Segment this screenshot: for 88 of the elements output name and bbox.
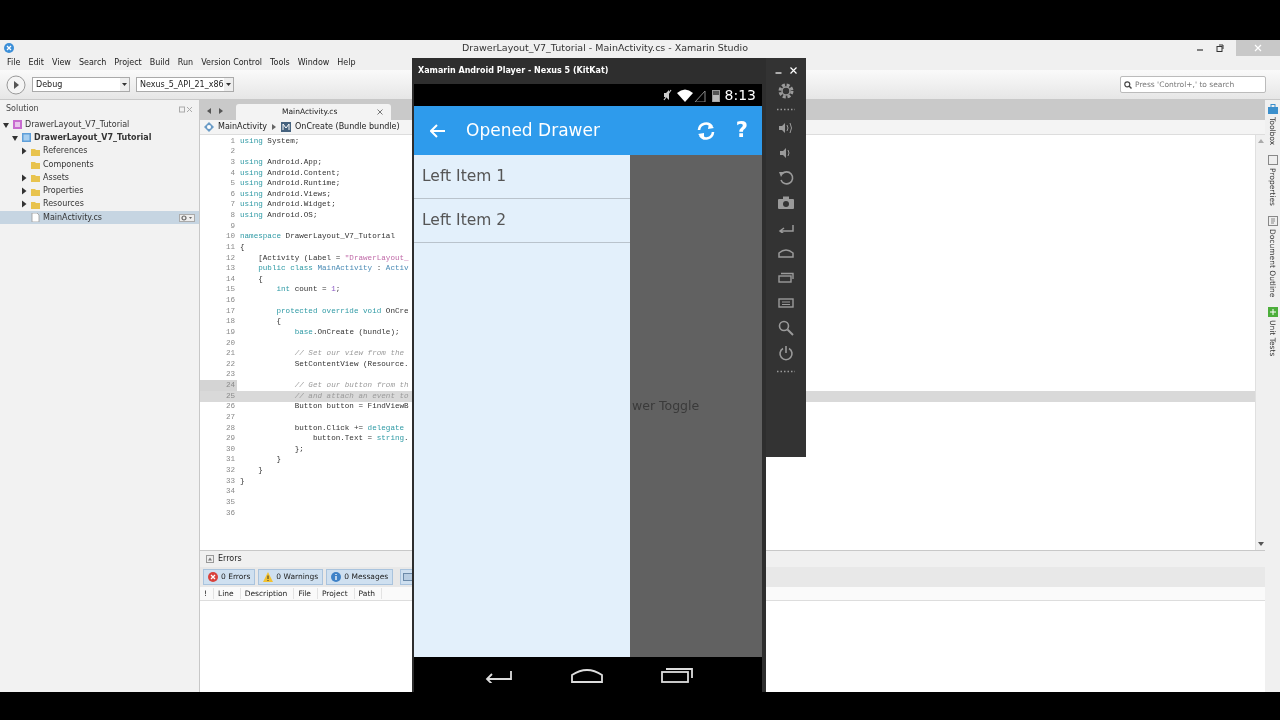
tree-label: Properties xyxy=(43,185,84,198)
menu-item[interactable]: File xyxy=(3,57,25,69)
menu-item[interactable]: Project xyxy=(110,57,146,69)
tree-item[interactable]: Resources xyxy=(0,197,199,212)
tree-label: Assets xyxy=(43,171,70,184)
nav-home-icon[interactable] xyxy=(570,666,604,683)
tree-item[interactable]: References xyxy=(0,144,199,158)
panel-icon xyxy=(403,573,414,581)
tree-item[interactable]: Properties xyxy=(0,184,199,198)
mute-icon xyxy=(661,89,672,101)
combo-value: Debug xyxy=(36,78,63,91)
run-button-icon[interactable] xyxy=(6,74,26,95)
rotate-icon[interactable] xyxy=(778,169,794,186)
file-icon xyxy=(31,213,40,223)
nav-recents-icon[interactable] xyxy=(661,666,694,683)
menu-item[interactable]: Run xyxy=(173,57,198,69)
forward-arrow-icon[interactable] xyxy=(218,107,224,115)
tree-label: DrawerLayout_V7_Tutorial xyxy=(25,118,130,131)
window-title: DrawerLayout_V7_Tutorial - MainActivity.cs - Xamarin Studio xyxy=(460,40,750,55)
breadcrumb-item[interactable]: OnCreate (Bundle bundle) xyxy=(295,121,400,133)
close-icon xyxy=(1254,44,1262,52)
expand-arrow-icon[interactable] xyxy=(20,173,28,182)
battery-icon xyxy=(711,88,720,102)
warning-icon xyxy=(263,572,274,582)
back-icon[interactable] xyxy=(778,222,794,233)
drawer-item[interactable]: Left Item 1 xyxy=(414,155,630,199)
tree-label: DrawerLayout_V7_Tutorial xyxy=(34,131,152,144)
menu-item[interactable]: Edit xyxy=(24,57,48,69)
dots-icon xyxy=(776,369,796,373)
pane-title: Solution xyxy=(6,103,39,115)
row-options-button[interactable] xyxy=(179,213,195,222)
recents-icon[interactable] xyxy=(778,272,794,283)
tree-item[interactable]: Assets xyxy=(0,171,199,185)
tree-item[interactable]: DrawerLayout_V7_Tutorial xyxy=(0,118,199,132)
gear-icon xyxy=(181,214,193,221)
collapse-pane-icon[interactable] xyxy=(206,555,214,563)
tree-label: MainActivity.cs xyxy=(43,211,102,224)
menu-item[interactable]: View xyxy=(47,57,75,69)
volume-down-icon[interactable] xyxy=(779,146,793,159)
restore-icon[interactable] xyxy=(1216,44,1224,52)
drawer-item[interactable]: Left Item 2 xyxy=(414,199,630,243)
app-logo-icon xyxy=(4,43,14,53)
search-icon[interactable] xyxy=(778,319,794,336)
info-icon xyxy=(331,572,342,582)
error-icon xyxy=(208,572,218,582)
menu-item[interactable]: Search xyxy=(74,57,111,69)
back-arrow-icon[interactable] xyxy=(430,123,446,138)
separator-arrow-icon xyxy=(271,123,277,131)
search-icon xyxy=(1124,80,1132,89)
menu-item[interactable]: Tools xyxy=(266,57,294,69)
expand-arrow-icon[interactable] xyxy=(20,200,28,209)
tree-item[interactable]: Components xyxy=(0,157,199,172)
power-icon[interactable] xyxy=(778,344,794,361)
breadcrumb-item[interactable]: MainActivity xyxy=(218,121,267,133)
menu-item[interactable]: Window xyxy=(293,57,334,69)
configuration-dropdown[interactable]: Debug xyxy=(32,77,130,92)
expand-arrow-icon[interactable] xyxy=(20,187,28,196)
dots-icon xyxy=(776,107,796,111)
menu-icon[interactable] xyxy=(778,297,794,308)
wifi-signal-icon xyxy=(676,88,707,102)
tree-label: References xyxy=(43,145,88,158)
combo-value: Nexus_5_API_21_x86 xyxy=(140,78,224,91)
volume-up-icon[interactable] xyxy=(778,121,794,134)
pane-title: Errors xyxy=(218,553,242,565)
app-title: Opened Drawer xyxy=(466,118,601,142)
scroll-down-icon[interactable] xyxy=(1257,542,1264,546)
scrollbar[interactable] xyxy=(1255,135,1265,550)
toolbox-icon xyxy=(1267,104,1278,114)
tree-label: Components xyxy=(43,158,94,171)
project-icon xyxy=(22,133,31,143)
tree-item[interactable]: MainActivity.cs xyxy=(0,211,199,225)
back-arrow-icon[interactable] xyxy=(206,107,212,115)
tests-icon xyxy=(1267,307,1278,318)
collapse-arrow-icon[interactable] xyxy=(11,133,19,142)
menu-item[interactable]: Version Control xyxy=(197,57,267,69)
camera-icon[interactable] xyxy=(778,196,794,209)
refresh-icon[interactable] xyxy=(695,120,716,141)
tree-label: Resources xyxy=(43,198,84,211)
home-icon[interactable] xyxy=(778,247,794,258)
expand-arrow-icon[interactable] xyxy=(20,147,28,156)
status-time: 8:13 xyxy=(724,85,756,105)
menu-item[interactable]: Build xyxy=(145,57,174,69)
emulator-title: Xamarin Android Player - Nexus 5 (KitKat) xyxy=(418,65,609,77)
menu-item[interactable]: Help xyxy=(333,57,360,69)
device-dropdown[interactable]: Nexus_5_API_21_x86 xyxy=(136,77,234,92)
tree-item[interactable]: DrawerLayout_V7_Tutorial xyxy=(0,131,199,145)
solution-icon xyxy=(13,120,22,130)
collapse-arrow-icon[interactable] xyxy=(2,120,10,129)
